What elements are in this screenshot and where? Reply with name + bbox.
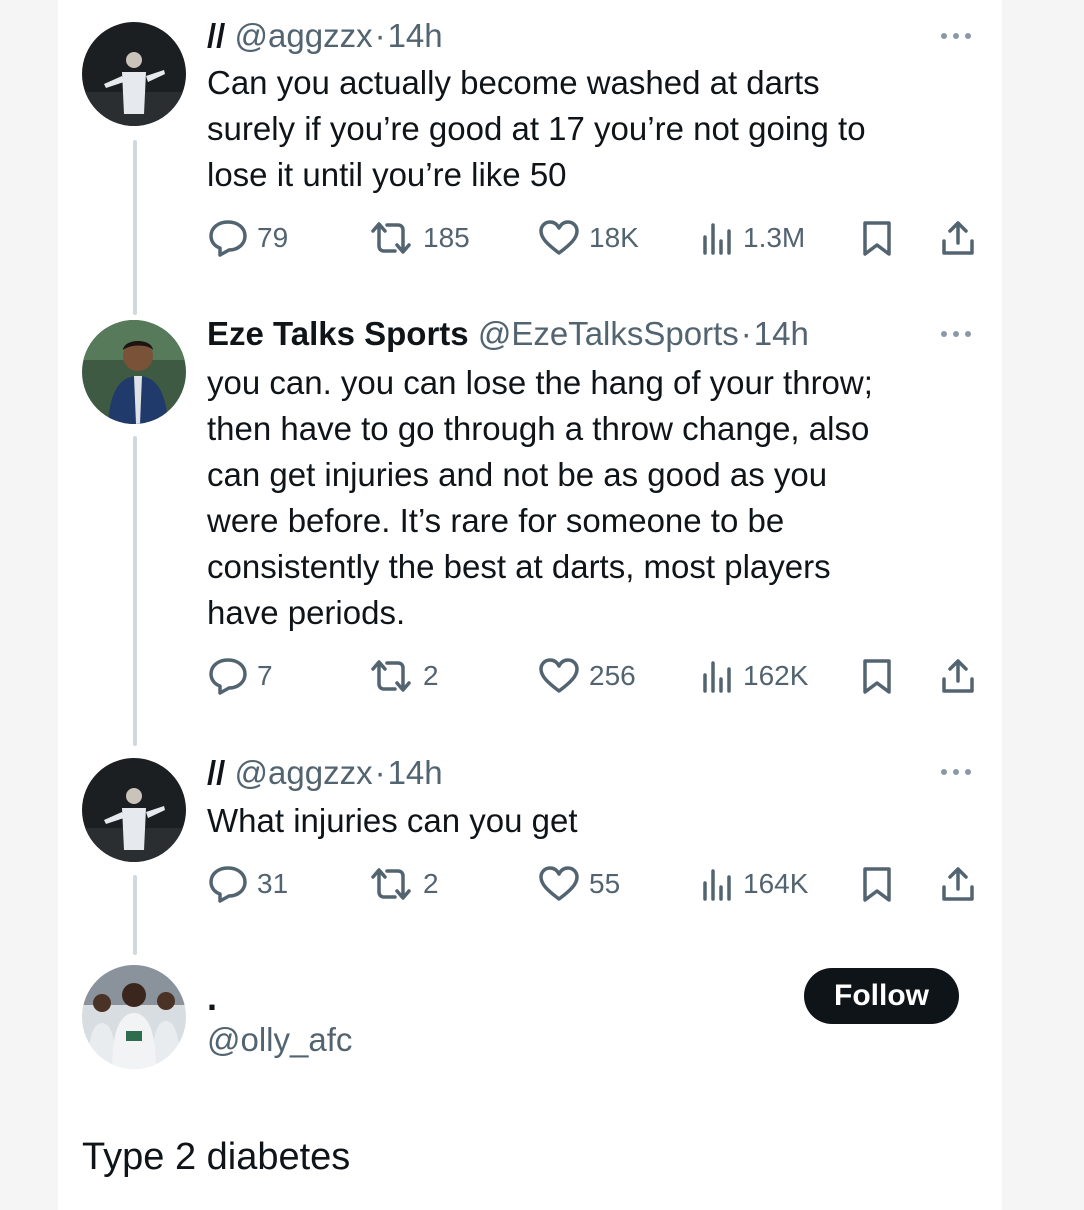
avatar[interactable]: [82, 758, 186, 862]
tweet-text: What injuries can you get: [207, 798, 967, 844]
tweet-text-line: surely if you’re good at 17 you’re not g…: [207, 110, 866, 147]
bookmark-button[interactable]: [859, 218, 903, 258]
display-name[interactable]: .: [207, 978, 217, 1018]
retweet-count: 2: [423, 868, 439, 899]
tweet-header: Eze Talks Sports @EzeTalksSports·14h: [207, 314, 809, 354]
bookmark-button[interactable]: [859, 656, 903, 696]
tweet-text-line: What injuries can you get: [207, 802, 578, 839]
bookmark-icon: [863, 659, 891, 694]
view-count: 164K: [743, 868, 809, 899]
user-handle[interactable]: @aggzzx: [235, 17, 373, 54]
reply-count: 79: [257, 222, 289, 253]
thread-line: [133, 436, 137, 746]
tweet-text: Type 2 diabetes: [82, 1136, 351, 1178]
share-button[interactable]: [940, 864, 984, 904]
avatar[interactable]: [82, 22, 186, 126]
more-icon[interactable]: [938, 30, 974, 42]
separator: ·: [374, 754, 386, 791]
more-icon[interactable]: [938, 328, 974, 340]
tweet-text-line: can get injuries and not be as good as y…: [207, 456, 828, 493]
reply-icon: [209, 658, 247, 695]
bookmark-button[interactable]: [859, 864, 903, 904]
avatar[interactable]: [82, 320, 186, 424]
retweet-icon: [371, 868, 411, 900]
user-handle[interactable]: @aggzzx: [235, 754, 373, 791]
thread-line: [133, 875, 137, 955]
retweet-icon: [371, 222, 411, 254]
like-button[interactable]: 256: [537, 656, 636, 696]
display-name[interactable]: //: [207, 17, 225, 54]
reply-icon: [209, 866, 247, 903]
share-icon: [942, 867, 974, 901]
tweet-text-line: consistently the best at darts, most pla…: [207, 548, 831, 585]
retweet-button[interactable]: 2: [367, 656, 439, 696]
heart-icon: [539, 220, 579, 255]
retweet-icon: [371, 660, 411, 692]
like-button[interactable]: 18K: [537, 218, 639, 258]
display-name[interactable]: Eze Talks Sports: [207, 315, 469, 352]
separator: ·: [740, 315, 752, 352]
views-button[interactable]: 162K: [697, 656, 808, 696]
retweet-count: 185: [423, 222, 470, 253]
timestamp[interactable]: 14h: [754, 315, 809, 352]
tweet-text-line: were before. It’s rare for someone to be: [207, 502, 785, 539]
reply-button[interactable]: 31: [207, 864, 288, 904]
reply-button[interactable]: 7: [207, 656, 273, 696]
view-count: 1.3M: [743, 222, 806, 253]
display-name[interactable]: //: [207, 754, 225, 791]
user-handle[interactable]: @olly_afc: [207, 1020, 352, 1060]
share-button[interactable]: [940, 656, 984, 696]
bookmark-icon: [863, 221, 891, 256]
like-count: 55: [589, 868, 621, 899]
avatar[interactable]: [82, 965, 186, 1069]
right-margin: [1002, 0, 1084, 1210]
tweet-text-line: you can. you can lose the hang of your t…: [207, 364, 873, 401]
tweet-header: // @aggzzx·14h: [207, 753, 443, 793]
retweet-count: 2: [423, 660, 439, 691]
tweet-text-line: then have to go through a throw change, …: [207, 410, 870, 447]
views-icon: [703, 223, 731, 255]
reply-button[interactable]: 79: [207, 218, 288, 258]
share-button[interactable]: [940, 218, 984, 258]
action-bar: 7 2 256 162K: [207, 656, 977, 696]
action-bar: 31 2 55 164K: [207, 864, 977, 904]
tweet-text-line: Can you actually become washed at darts: [207, 64, 820, 101]
heart-icon: [539, 658, 579, 693]
views-icon: [703, 869, 731, 901]
views-button[interactable]: 164K: [697, 864, 808, 904]
reply-count: 7: [257, 660, 273, 691]
more-icon[interactable]: [938, 766, 974, 778]
heart-icon: [539, 866, 579, 901]
tweet-text: Can you actually become washed at darts …: [207, 60, 967, 198]
views-button[interactable]: 1.3M: [697, 218, 805, 258]
view-count: 162K: [743, 660, 809, 691]
thread-line: [133, 140, 137, 315]
timestamp[interactable]: 14h: [388, 17, 443, 54]
tweet-text-line: lose it until you’re like 50: [207, 156, 567, 193]
like-count: 256: [589, 660, 636, 691]
views-icon: [703, 661, 731, 693]
tweet-text: you can. you can lose the hang of your t…: [207, 360, 967, 636]
tweet-text-line: have periods.: [207, 594, 406, 631]
action-bar: 79 185 18K 1.3M: [207, 218, 977, 258]
retweet-button[interactable]: 185: [367, 218, 470, 258]
share-icon: [942, 659, 974, 693]
left-margin: [0, 0, 58, 1210]
tweet-header: // @aggzzx·14h: [207, 16, 443, 56]
reply-icon: [209, 220, 247, 257]
bookmark-icon: [863, 867, 891, 902]
like-button[interactable]: 55: [537, 864, 620, 904]
retweet-button[interactable]: 2: [367, 864, 439, 904]
like-count: 18K: [589, 222, 639, 253]
share-icon: [942, 221, 974, 255]
user-handle[interactable]: @EzeTalksSports: [478, 315, 739, 352]
reply-count: 31: [257, 868, 289, 899]
timestamp[interactable]: 14h: [388, 754, 443, 791]
separator: ·: [374, 17, 386, 54]
follow-button[interactable]: Follow: [804, 968, 959, 1024]
